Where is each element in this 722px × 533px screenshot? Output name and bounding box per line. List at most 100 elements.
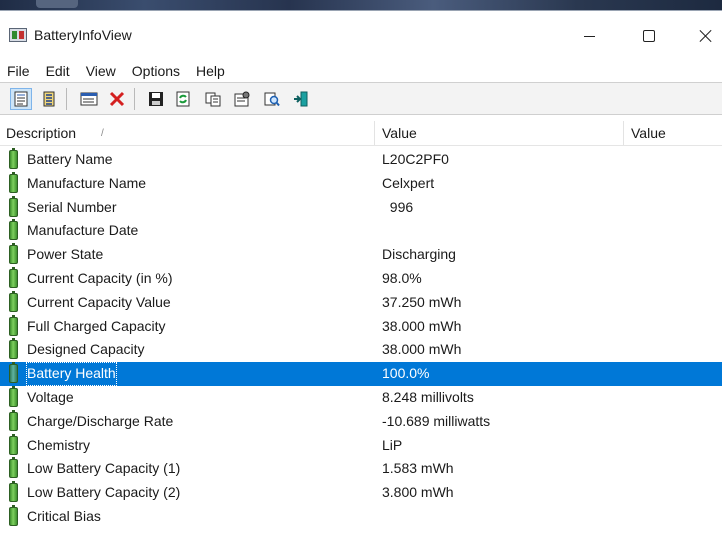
row-value: 98.0% (382, 269, 422, 286)
refresh-icon (176, 91, 190, 107)
html-report-button[interactable] (10, 88, 32, 110)
find-button[interactable] (261, 88, 283, 110)
battery-icon (9, 457, 18, 479)
battery-icon (9, 148, 18, 169)
table-row[interactable]: Charge/Discharge Rate -10.689 milliwatts (0, 409, 722, 434)
table-row[interactable]: Battery Name L20C2PF0 (0, 148, 722, 172)
menu-options[interactable]: Options (125, 63, 189, 79)
desktop-background (0, 0, 722, 10)
battery-info-app-icon (9, 28, 27, 42)
menu-view[interactable]: View (79, 63, 125, 79)
menu-file[interactable]: File (0, 63, 39, 79)
row-value: 1.583 mWh (382, 460, 454, 477)
table-row[interactable]: Low Battery Capacity (2) 3.800 mWh (0, 481, 722, 505)
row-value: L20C2PF0 (382, 151, 449, 167)
row-value: -10.689 milliwatts (382, 412, 491, 429)
battery-icon (9, 195, 18, 217)
column-header-value-label: Value (382, 125, 417, 141)
copy-icon (205, 92, 221, 107)
battery-icon (9, 290, 18, 312)
row-description: Manufacture Name (27, 174, 147, 191)
battery-icon (9, 219, 18, 241)
column-header-description-label: Description (6, 125, 77, 141)
table-row[interactable]: Full Charged Capacity 38.000 mWh (0, 314, 722, 339)
properties-window-button[interactable] (78, 88, 100, 110)
menu-edit[interactable]: Edit (39, 63, 79, 79)
exit-icon (294, 91, 308, 107)
table-row[interactable]: Low Battery Capacity (1) 1.583 mWh (0, 457, 722, 481)
row-description: Critical Bias (27, 507, 101, 524)
refresh-button[interactable] (172, 88, 194, 110)
row-description: Battery Health (26, 362, 117, 386)
menu-bar: File Edit View Options Help (0, 60, 722, 82)
text-report-icon (43, 91, 55, 107)
html-report-icon (14, 91, 28, 107)
exit-button[interactable] (290, 88, 312, 110)
toolbar (0, 82, 722, 115)
battery-icon (9, 266, 18, 288)
row-value: 38.000 mWh (382, 341, 462, 358)
row-description: Current Capacity Value (27, 293, 171, 310)
maximize-button[interactable] (627, 19, 671, 53)
row-description: Manufacture Date (27, 222, 139, 239)
column-header-description[interactable]: Description / (0, 121, 375, 145)
row-description: Full Charged Capacity (27, 317, 166, 334)
column-header-value[interactable]: Value (376, 121, 624, 145)
row-value: Discharging (382, 246, 456, 263)
row-description: Serial Number (27, 198, 117, 215)
save-icon (149, 92, 163, 106)
row-description: Charge/Discharge Rate (27, 412, 174, 429)
row-value: 100.0% (382, 365, 430, 382)
battery-icon (9, 243, 18, 265)
row-description: Low Battery Capacity (2) (27, 484, 181, 501)
table-row[interactable]: Manufacture Date (0, 219, 722, 243)
properties-window-icon (80, 92, 98, 106)
table-row-selected[interactable]: Battery Health 100.0% (0, 362, 722, 386)
title-bar[interactable]: BatteryInfoView (0, 11, 722, 60)
table-row[interactable]: Chemistry LiP (0, 433, 722, 458)
row-value: 3.800 mWh (382, 484, 454, 501)
minimize-icon (583, 35, 595, 37)
row-description: Chemistry (27, 436, 91, 453)
row-description: Current Capacity (in %) (27, 269, 173, 286)
row-description: Power State (27, 246, 104, 263)
table-row[interactable]: Power State Discharging (0, 243, 722, 267)
table-row[interactable]: Critical Bias (0, 504, 722, 529)
table-row[interactable]: Current Capacity Value 37.250 mWh (0, 290, 722, 315)
row-value: Celxpert (382, 174, 435, 191)
row-description: Battery Name (27, 151, 113, 167)
list-header: Description / Value Value (0, 121, 722, 146)
battery-icon (9, 362, 18, 384)
row-description: Voltage (27, 388, 74, 405)
row-description: Low Battery Capacity (1) (27, 460, 181, 477)
battery-icon (9, 171, 18, 193)
column-header-value-2-label: Value (631, 125, 666, 141)
table-row[interactable]: Voltage 8.248 millivolts (0, 385, 722, 410)
table-row[interactable]: Manufacture Name Celxpert (0, 171, 722, 196)
properties-button[interactable] (231, 88, 253, 110)
copy-button[interactable] (202, 88, 224, 110)
row-value: 37.250 mWh (382, 293, 462, 310)
table-row[interactable]: Serial Number 996 (0, 195, 722, 220)
desktop-taskbar-tab (36, 0, 78, 8)
text-report-button[interactable] (38, 88, 60, 110)
save-button[interactable] (145, 88, 167, 110)
row-description: Designed Capacity (27, 341, 145, 358)
table-row[interactable]: Current Capacity (in %) 98.0% (0, 266, 722, 291)
battery-info-window: BatteryInfoView File Edit View Options H… (0, 10, 722, 533)
delete-button[interactable] (106, 88, 128, 110)
column-header-value-2[interactable]: Value (625, 121, 722, 145)
battery-icon (9, 409, 18, 431)
battery-icon (9, 504, 18, 526)
maximize-icon (643, 30, 655, 42)
row-value: 996 (382, 198, 414, 215)
window-title: BatteryInfoView (34, 27, 132, 43)
menu-help[interactable]: Help (189, 63, 234, 79)
toolbar-separator (134, 88, 135, 110)
battery-icon (9, 338, 18, 360)
find-icon (264, 92, 280, 107)
close-button[interactable] (684, 19, 722, 53)
table-row[interactable]: Designed Capacity 38.000 mWh (0, 338, 722, 362)
minimize-button[interactable] (567, 19, 611, 53)
row-value: LiP (382, 436, 403, 453)
